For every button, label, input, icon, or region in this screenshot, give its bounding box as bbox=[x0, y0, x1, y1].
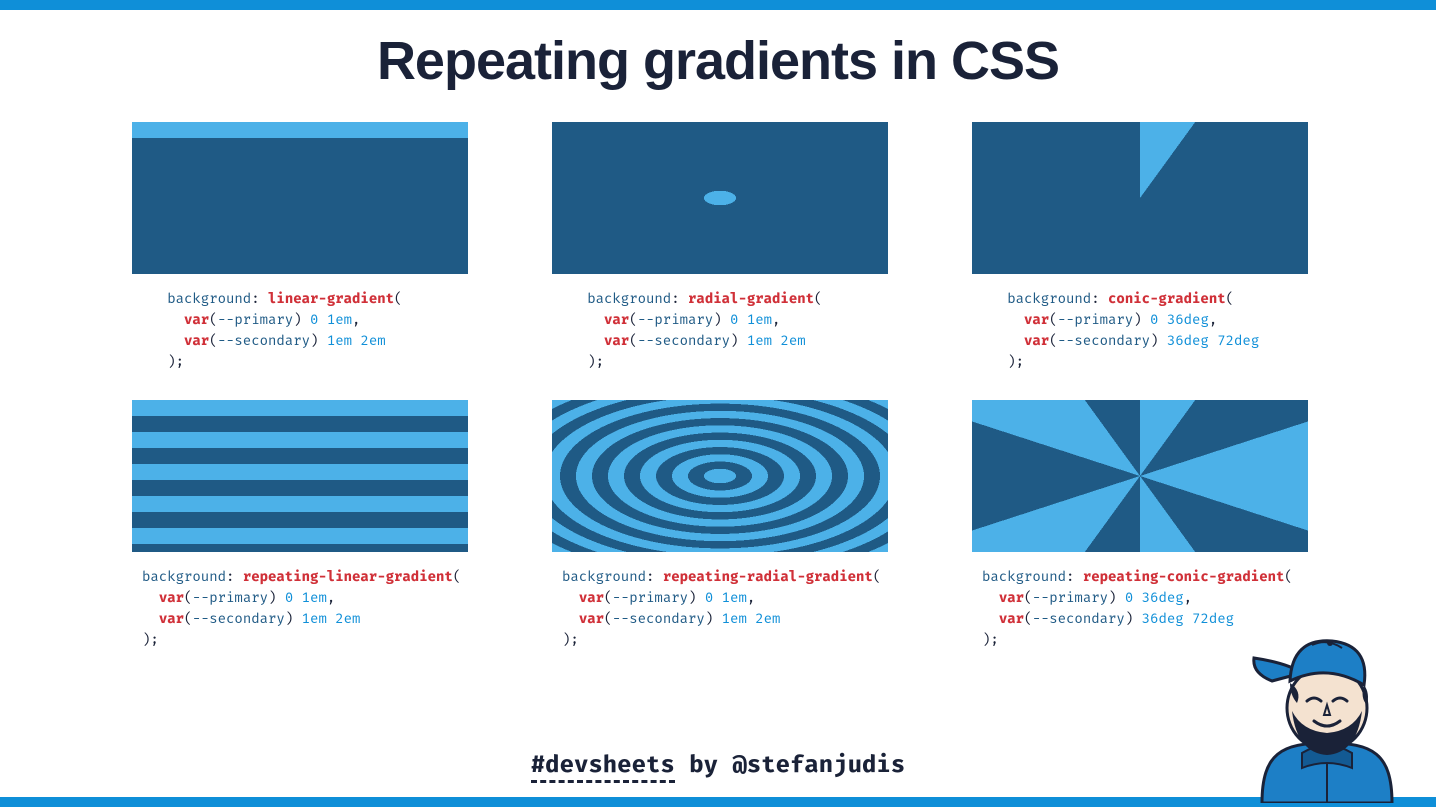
example-radial: background: radial-gradient( var(--prima… bbox=[552, 122, 888, 372]
author-avatar-icon bbox=[1242, 603, 1412, 803]
example-conic: background: conic-gradient( var(--primar… bbox=[972, 122, 1308, 372]
swatch-repeating-radial-gradient bbox=[552, 400, 888, 552]
footer-handle: @stefanjudis bbox=[732, 751, 905, 779]
footer-by: by bbox=[675, 751, 733, 779]
code-radial-gradient: background: radial-gradient( var(--prima… bbox=[552, 288, 888, 372]
code-repeating-radial-gradient: background: repeating-radial-gradient( v… bbox=[552, 566, 888, 650]
footer-hashtag: #devsheets bbox=[531, 751, 675, 783]
code-repeating-linear-gradient: background: repeating-linear-gradient( v… bbox=[132, 566, 468, 650]
swatch-linear-gradient bbox=[132, 122, 468, 274]
examples-grid: background: linear-gradient( var(--prima… bbox=[0, 122, 1436, 650]
example-repeating-radial: background: repeating-radial-gradient( v… bbox=[552, 400, 888, 650]
footer-credit: #devsheets by @stefanjudis bbox=[0, 751, 1436, 779]
page-title: Repeating gradients in CSS bbox=[0, 30, 1436, 92]
swatch-repeating-linear-gradient bbox=[132, 400, 468, 552]
swatch-conic-gradient bbox=[972, 122, 1308, 274]
code-conic-gradient: background: conic-gradient( var(--primar… bbox=[972, 288, 1308, 372]
swatch-repeating-conic-gradient bbox=[972, 400, 1308, 552]
swatch-radial-gradient bbox=[552, 122, 888, 274]
example-repeating-linear: background: repeating-linear-gradient( v… bbox=[132, 400, 468, 650]
code-linear-gradient: background: linear-gradient( var(--prima… bbox=[132, 288, 468, 372]
example-linear: background: linear-gradient( var(--prima… bbox=[132, 122, 468, 372]
